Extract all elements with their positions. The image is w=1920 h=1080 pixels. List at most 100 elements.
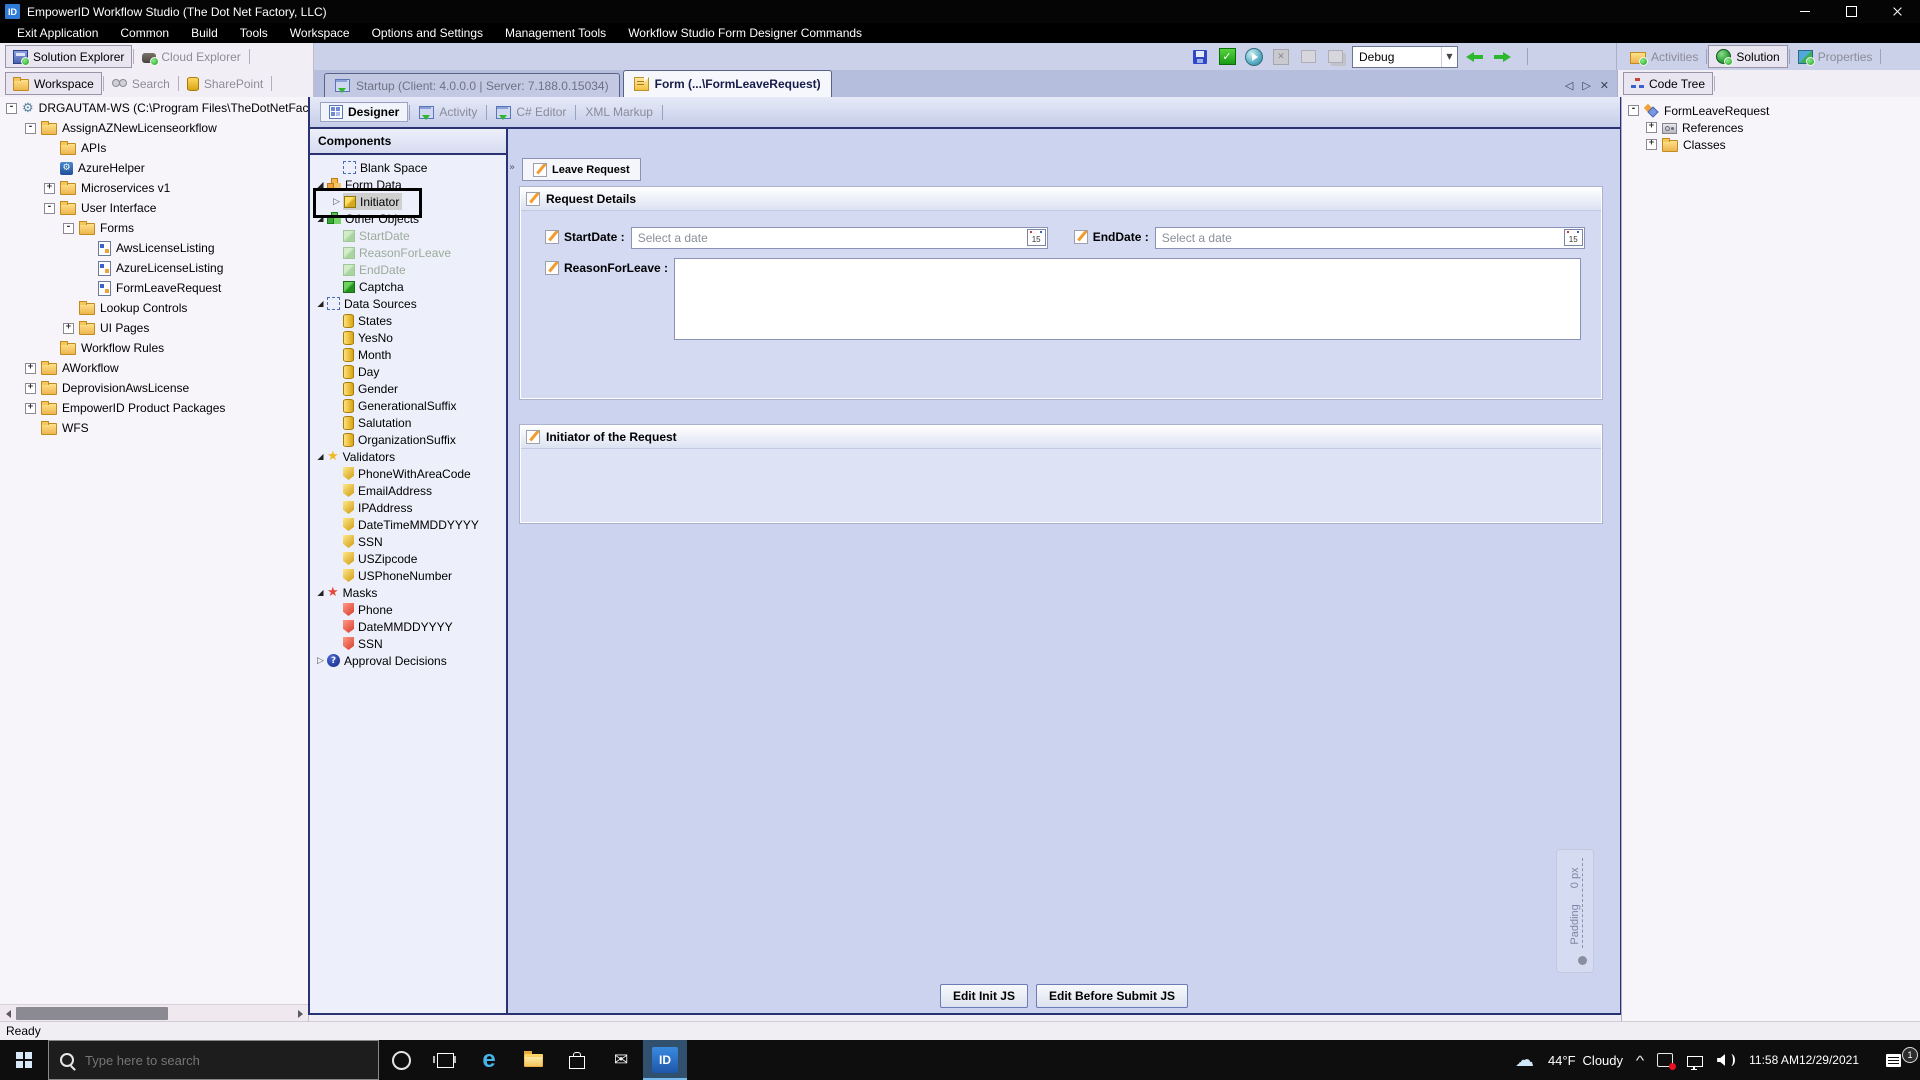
tree-row[interactable]: Microservices v1 xyxy=(0,178,308,198)
minimize-button[interactable] xyxy=(1782,0,1828,23)
tree-row[interactable]: AzureLicenseListing xyxy=(0,258,308,278)
tab-search[interactable]: Search xyxy=(105,73,177,94)
expander-icon[interactable] xyxy=(314,452,327,461)
tree-row[interactable]: ⚙ DRGAUTAM-WS (C:\Program Files\TheDotNet… xyxy=(0,98,308,118)
expander-toggle[interactable] xyxy=(1628,105,1639,116)
tree-row[interactable]: Forms xyxy=(0,218,308,238)
calendar-icon[interactable]: 15 xyxy=(1026,229,1046,246)
weather-text[interactable]: 44°F Cloudy xyxy=(1541,1053,1630,1068)
expander-icon[interactable] xyxy=(314,656,327,666)
document-tab-startup[interactable]: Startup (Client: 4.0.0.0 | Server: 7.188… xyxy=(324,73,620,97)
expander-icon[interactable] xyxy=(314,214,327,223)
close-tab-button[interactable]: ✕ xyxy=(1600,79,1609,92)
expander-icon[interactable] xyxy=(314,299,327,308)
expander-toggle[interactable] xyxy=(25,402,36,414)
expander-icon[interactable] xyxy=(314,180,327,189)
expander-toggle[interactable] xyxy=(44,202,55,214)
weather-widget[interactable]: ☁ xyxy=(1508,1050,1541,1070)
form-page-tab[interactable]: Leave Request xyxy=(522,158,641,181)
tree-row[interactable]: ⚙ AzureHelper xyxy=(0,158,308,178)
component-item[interactable]: SSN xyxy=(310,635,506,652)
build-config-dropdown[interactable]: Debug ▼ xyxy=(1352,45,1458,68)
expander-icon[interactable] xyxy=(330,197,343,207)
start-button[interactable] xyxy=(0,1040,48,1080)
calendar-icon[interactable]: 15 xyxy=(1563,229,1583,246)
cortana-button[interactable] xyxy=(379,1040,423,1080)
component-item[interactable]: ★Validators xyxy=(310,448,506,465)
component-item[interactable]: Month xyxy=(310,346,506,363)
close-button[interactable] xyxy=(1874,0,1920,23)
code-tree-row[interactable]: References xyxy=(1622,119,1920,136)
component-item[interactable]: OrganizationSuffix xyxy=(310,431,506,448)
menu-item-tools[interactable]: Tools xyxy=(229,26,279,40)
code-tree-row[interactable]: Classes xyxy=(1622,136,1920,153)
tab-workspace[interactable]: Workspace xyxy=(5,72,102,95)
component-item[interactable]: DateTimeMMDDYYYY xyxy=(310,516,506,533)
tree-row[interactable]: Workflow Rules xyxy=(0,338,308,358)
task-view-button[interactable] xyxy=(423,1040,467,1080)
expander-toggle[interactable] xyxy=(25,362,36,374)
tab-code-tree[interactable]: Code Tree xyxy=(1623,72,1714,95)
mail-button[interactable]: ✉ xyxy=(599,1040,643,1080)
volume-button[interactable] xyxy=(1710,1054,1742,1066)
network-button[interactable] xyxy=(1680,1054,1710,1070)
tab-c-editor[interactable]: C# Editor xyxy=(488,103,574,121)
component-item[interactable]: SSN xyxy=(310,533,506,550)
component-item[interactable]: EndDate xyxy=(310,261,506,278)
tab-sharepoint[interactable]: SharePoint xyxy=(180,73,270,94)
component-item[interactable]: Captcha xyxy=(310,278,506,295)
empowerid-app-button[interactable]: ID xyxy=(643,1040,687,1080)
end-date-input[interactable]: Select a date 15 xyxy=(1154,227,1585,249)
tab-solution-explorer[interactable]: Solution Explorer xyxy=(5,45,133,68)
reason-textarea[interactable] xyxy=(674,258,1582,340)
tab-properties[interactable]: Properties xyxy=(1791,46,1880,67)
search-input[interactable] xyxy=(83,1051,327,1069)
component-item[interactable]: GenerationalSuffix xyxy=(310,397,506,414)
scroll-left-button[interactable] xyxy=(0,1006,16,1022)
tree-row[interactable]: User Interface xyxy=(0,198,308,218)
component-item[interactable]: USZipcode xyxy=(310,550,506,567)
menu-item-exit-application[interactable]: Exit Application xyxy=(6,26,109,40)
save-button[interactable] xyxy=(1190,47,1210,67)
document-tab-form[interactable]: Form (...\FormLeaveRequest) xyxy=(622,70,832,97)
scroll-right-button[interactable] xyxy=(292,1006,308,1022)
expander-toggle[interactable] xyxy=(25,122,36,134)
navigate-back-button[interactable] xyxy=(1465,47,1485,67)
tab-designer[interactable]: Designer xyxy=(320,102,409,122)
component-item[interactable]: Initiator xyxy=(310,193,506,210)
padding-drag-handle[interactable] xyxy=(1578,956,1587,965)
code-tree-row[interactable]: FormLeaveRequest xyxy=(1622,102,1920,119)
edge-button[interactable]: e xyxy=(467,1040,511,1080)
tree-row[interactable]: FormLeaveRequest xyxy=(0,278,308,298)
menu-item-workflow-studio-form-designer-commands[interactable]: Workflow Studio Form Designer Commands xyxy=(617,26,873,40)
component-item[interactable]: Day xyxy=(310,363,506,380)
component-item[interactable]: YesNo xyxy=(310,329,506,346)
component-item[interactable]: Form Data xyxy=(310,176,506,193)
component-item[interactable]: StartDate xyxy=(310,227,506,244)
edit-before-submit-js-button[interactable]: Edit Before Submit JS xyxy=(1035,984,1189,1008)
tree-row[interactable]: WFS xyxy=(0,418,308,438)
initiator-header[interactable]: Initiator of the Request xyxy=(521,426,1601,449)
menu-item-options-and-settings[interactable]: Options and Settings xyxy=(361,26,494,40)
component-item[interactable]: Blank Space xyxy=(310,159,506,176)
notification-center-button[interactable]: 1 xyxy=(1866,1046,1920,1067)
tree-row[interactable]: AWorkflow xyxy=(0,358,308,378)
expander-toggle[interactable] xyxy=(1646,122,1657,133)
menu-item-workspace[interactable]: Workspace xyxy=(279,26,361,40)
tree-row[interactable]: APIs xyxy=(0,138,308,158)
component-item[interactable]: IPAddress xyxy=(310,499,506,516)
expander-toggle[interactable] xyxy=(63,322,74,334)
cascade-windows-button[interactable] xyxy=(1325,47,1345,67)
validate-button[interactable]: ✓ xyxy=(1217,47,1237,67)
component-item[interactable]: USPhoneNumber xyxy=(310,567,506,584)
component-item[interactable]: PhoneWithAreaCode xyxy=(310,465,506,482)
store-button[interactable] xyxy=(555,1040,599,1080)
prev-tab-button[interactable]: ◁ xyxy=(1565,79,1573,92)
next-tab-button[interactable]: ▷ xyxy=(1582,79,1590,92)
menu-item-management-tools[interactable]: Management Tools xyxy=(494,26,617,40)
expander-toggle[interactable] xyxy=(1646,139,1657,150)
stop-button[interactable]: ✕ xyxy=(1271,47,1291,67)
request-details-header[interactable]: Request Details xyxy=(521,188,1601,211)
component-item[interactable]: Data Sources xyxy=(310,295,506,312)
tree-row[interactable]: AwsLicenseListing xyxy=(0,238,308,258)
